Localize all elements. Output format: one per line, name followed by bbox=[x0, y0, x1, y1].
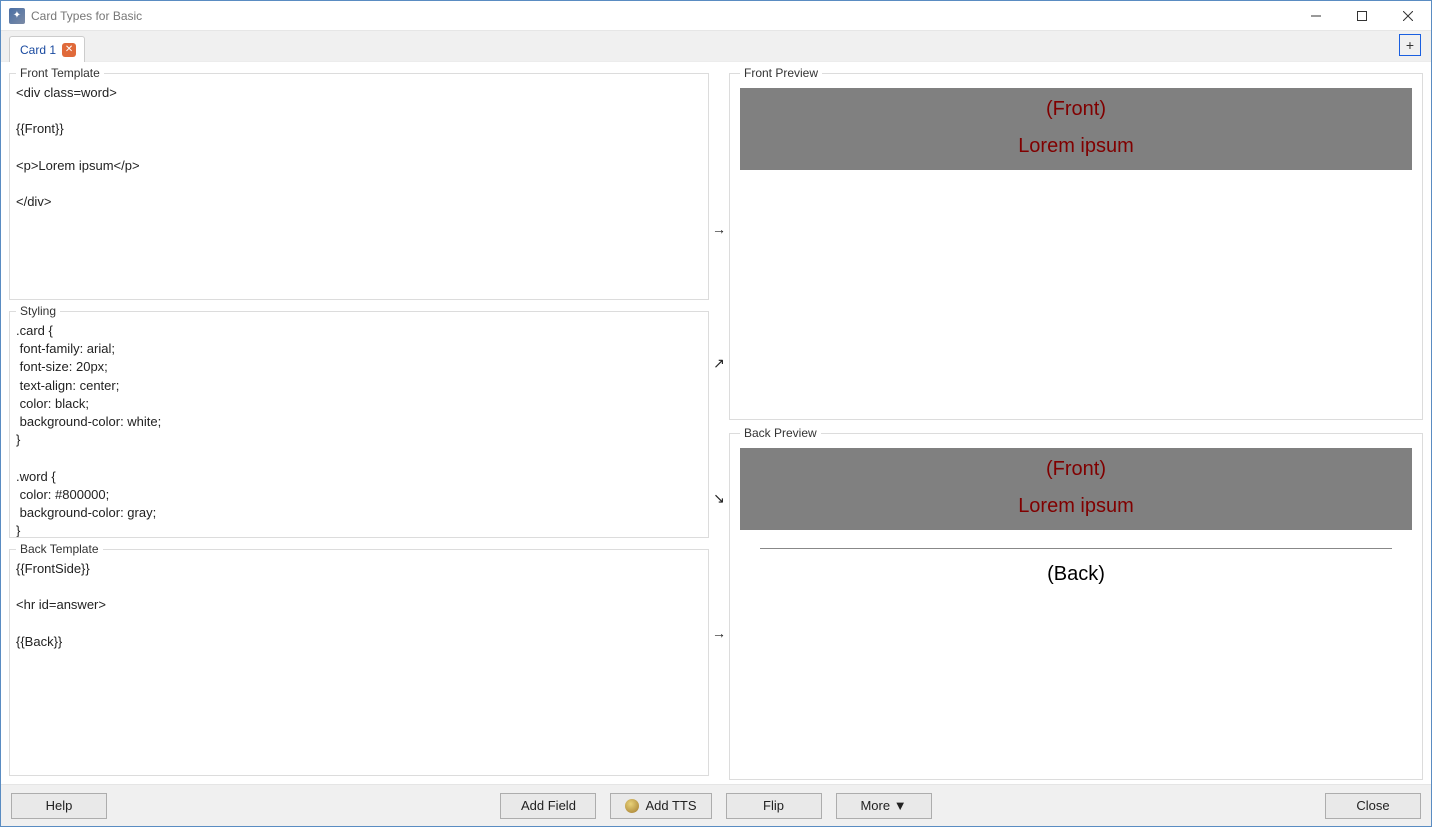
front-template-legend: Front Template bbox=[16, 66, 104, 80]
app-icon: ✦ bbox=[9, 8, 25, 24]
back-preview-card: (Front) Lorem ipsum (Back) bbox=[740, 448, 1412, 586]
footer-center-group: Add Field Add TTS Flip More ▼ bbox=[500, 793, 931, 819]
maximize-icon bbox=[1357, 11, 1367, 21]
arrow-column: → ↗ ↘ → bbox=[709, 62, 729, 780]
titlebar: ✦ Card Types for Basic bbox=[1, 1, 1431, 31]
front-preview-front-placeholder: (Front) bbox=[740, 98, 1412, 121]
back-template-legend: Back Template bbox=[16, 542, 103, 556]
front-preview-card: (Front) Lorem ipsum bbox=[740, 88, 1412, 170]
back-template-group: Back Template bbox=[9, 542, 709, 776]
help-button[interactable]: Help bbox=[11, 793, 107, 819]
help-button-label: Help bbox=[46, 798, 73, 813]
add-field-button[interactable]: Add Field bbox=[500, 793, 596, 819]
footer: Help Add Field Add TTS Flip More ▼ Close bbox=[1, 784, 1431, 826]
window: ✦ Card Types for Basic Card 1 ✕ + Front … bbox=[0, 0, 1432, 827]
front-preview-lorem: Lorem ipsum bbox=[740, 135, 1412, 158]
minimize-icon bbox=[1311, 11, 1321, 21]
add-field-label: Add Field bbox=[521, 798, 576, 813]
front-template-group: Front Template bbox=[9, 66, 709, 300]
tts-icon bbox=[625, 799, 639, 813]
preview-column: Front Preview (Front) Lorem ipsum Back P… bbox=[729, 62, 1423, 780]
front-template-editor[interactable] bbox=[10, 80, 708, 299]
window-title: Card Types for Basic bbox=[31, 9, 142, 23]
editor-column: Front Template Styling Back Template bbox=[9, 62, 709, 780]
back-preview-word-block: (Front) Lorem ipsum bbox=[740, 448, 1412, 530]
front-preview-legend: Front Preview bbox=[740, 66, 822, 80]
front-preview-word-block: (Front) Lorem ipsum bbox=[740, 88, 1412, 170]
front-preview-group: Front Preview (Front) Lorem ipsum bbox=[729, 66, 1423, 420]
arrow-ne-icon: ↗ bbox=[713, 355, 725, 372]
back-preview-back-placeholder: (Back) bbox=[740, 563, 1412, 586]
arrow-right-icon: → bbox=[712, 221, 726, 237]
tab-card-1[interactable]: Card 1 ✕ bbox=[9, 36, 85, 62]
add-tts-label: Add TTS bbox=[645, 798, 696, 813]
add-tts-button[interactable]: Add TTS bbox=[610, 793, 711, 819]
back-preview-lorem: Lorem ipsum bbox=[740, 495, 1412, 518]
window-minimize-button[interactable] bbox=[1293, 1, 1339, 31]
back-preview-group: Back Preview (Front) Lorem ipsum (Back) bbox=[729, 426, 1423, 780]
tab-label: Card 1 bbox=[20, 43, 56, 57]
more-label: More ▼ bbox=[860, 798, 906, 813]
content: Front Template Styling Back Template → ↗… bbox=[1, 62, 1431, 784]
tabstrip: Card 1 ✕ + bbox=[1, 31, 1431, 62]
styling-legend: Styling bbox=[16, 304, 60, 318]
window-close-button[interactable] bbox=[1385, 1, 1431, 31]
styling-editor[interactable] bbox=[10, 318, 708, 537]
tab-add-button[interactable]: + bbox=[1399, 34, 1421, 56]
flip-label: Flip bbox=[763, 798, 784, 813]
close-icon bbox=[1403, 11, 1413, 21]
window-maximize-button[interactable] bbox=[1339, 1, 1385, 31]
styling-group: Styling bbox=[9, 304, 709, 538]
arrow-right-icon-2: → bbox=[712, 625, 726, 641]
arrow-se-icon: ↘ bbox=[713, 490, 725, 507]
more-button[interactable]: More ▼ bbox=[836, 793, 932, 819]
answer-divider bbox=[760, 548, 1392, 549]
close-label: Close bbox=[1356, 798, 1389, 813]
flip-button[interactable]: Flip bbox=[726, 793, 822, 819]
back-template-editor[interactable] bbox=[10, 556, 708, 775]
back-preview-legend: Back Preview bbox=[740, 426, 821, 440]
tab-close-button[interactable]: ✕ bbox=[62, 43, 76, 57]
back-preview-front-placeholder: (Front) bbox=[740, 458, 1412, 481]
close-button[interactable]: Close bbox=[1325, 793, 1421, 819]
